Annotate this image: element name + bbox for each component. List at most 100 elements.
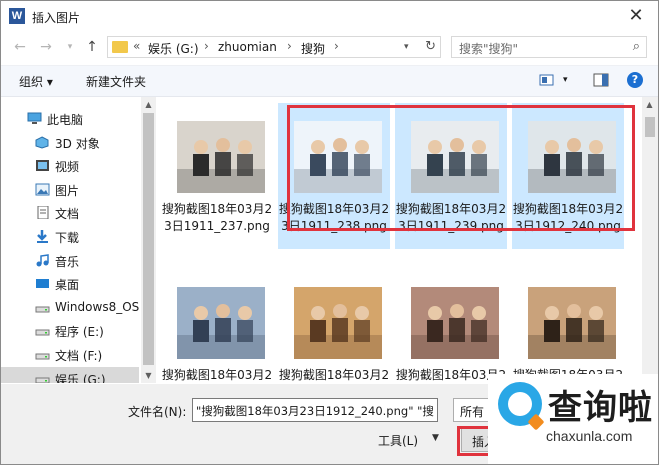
pictures-icon xyxy=(35,183,50,196)
sidebar-item-label: 3D 对象 xyxy=(55,136,100,151)
sidebar-item-label: 下载 xyxy=(55,231,80,245)
sidebar-item-label: Windows8_OS xyxy=(55,299,140,314)
search-box[interactable]: 搜索"搜狗" ⌕ xyxy=(451,36,647,58)
sidebar-item[interactable]: 程序 (E:) xyxy=(1,319,139,343)
selection-highlight-box xyxy=(287,105,635,231)
sidebar-item-label: 文档 (F:) xyxy=(55,349,103,363)
drive-icon xyxy=(35,372,50,383)
image-thumbnail xyxy=(528,287,616,359)
file-tile[interactable]: 搜狗截图18年03月23日1921_241.png xyxy=(161,269,273,383)
sidebar-item[interactable]: 此电脑 xyxy=(1,107,139,131)
close-icon[interactable]: ✕ xyxy=(624,5,648,27)
sidebar-item-label: 音乐 xyxy=(55,254,80,269)
breadcrumb-separator-icon[interactable]: › xyxy=(204,39,209,53)
insert-picture-dialog: W 插入图片 ✕ ← → ▾ ↑ « 娱乐 (G:) › zhuomian › … xyxy=(0,0,659,465)
video-icon xyxy=(35,159,50,172)
filename-label: 文件名(N): xyxy=(128,405,187,419)
sidebar-item-label: 文档 xyxy=(55,207,80,222)
sidebar-item-label: 图片 xyxy=(55,183,80,198)
file-name: 搜狗截图18年03月23日1922_242.png xyxy=(278,368,390,382)
sidebar-item-label: 此电脑 xyxy=(47,113,84,127)
file-tile[interactable]: 搜狗截图18年03月23日1922_244.png xyxy=(512,269,624,383)
watermark-logo-icon xyxy=(498,382,545,431)
filename-input[interactable]: "搜狗截图18年03月23日1912_240.png" "搜 xyxy=(192,398,438,422)
drive-icon xyxy=(35,324,50,337)
folder-icon xyxy=(112,41,128,53)
file-tile[interactable]: 搜狗截图18年03月23日1922_243.png xyxy=(395,269,507,383)
scrollbar-thumb[interactable] xyxy=(645,117,655,137)
search-placeholder: 搜索"搜狗" xyxy=(459,42,519,56)
file-name: 搜狗截图18年03月23日1911_237.png xyxy=(161,202,273,233)
sidebar-item[interactable]: 视频 xyxy=(1,154,139,178)
help-icon[interactable]: ? xyxy=(627,72,643,88)
breadcrumb-folder[interactable]: zhuomian xyxy=(218,40,277,54)
scroll-down-arrow-icon[interactable]: ▼ xyxy=(141,368,156,383)
back-arrow-icon[interactable]: ← xyxy=(11,38,29,56)
sidebar-item[interactable]: 下载 xyxy=(1,225,139,249)
breadcrumb-separator-icon[interactable]: › xyxy=(287,39,292,53)
sidebar-item-label: 视频 xyxy=(55,160,80,175)
download-icon xyxy=(35,230,50,243)
title-bar: W 插入图片 ✕ xyxy=(1,1,658,32)
scrollbar-thumb[interactable] xyxy=(143,113,154,365)
file-list: 搜狗截图18年03月23日1922_244.png搜狗截图18年03月23日19… xyxy=(157,97,641,383)
sidebar-item[interactable]: 文档 (F:) xyxy=(1,343,139,367)
dialog-title: 插入图片 xyxy=(32,11,81,25)
filename-value: "搜狗截图18年03月23日1912_240.png" "搜 xyxy=(196,404,434,418)
sidebar-item[interactable]: 娱乐 (G:) xyxy=(1,366,139,383)
sidebar-item[interactable]: 图片 xyxy=(1,178,139,202)
sidebar-item-label: 娱乐 (G:) xyxy=(55,372,106,383)
image-thumbnail xyxy=(411,287,499,359)
tools-dropdown-icon[interactable]: ▼ xyxy=(432,433,439,443)
sidebar-item[interactable]: 文档 xyxy=(1,201,139,225)
3d-objects-icon xyxy=(35,136,50,149)
music-icon xyxy=(35,253,50,267)
address-dropdown-icon[interactable]: ▾ xyxy=(404,42,409,52)
sidebar-item[interactable]: 音乐 xyxy=(1,249,139,273)
up-arrow-icon[interactable]: ↑ xyxy=(83,38,101,56)
drive-icon xyxy=(35,301,50,314)
refresh-icon[interactable]: ↻ xyxy=(425,39,436,54)
watermark-title: 查询啦 xyxy=(548,388,653,428)
address-bar[interactable]: « 娱乐 (G:) › zhuomian › 搜狗 › ▾ ↻ xyxy=(107,36,441,58)
sidebar-item-label: 桌面 xyxy=(55,278,80,293)
image-thumbnail xyxy=(177,287,265,359)
desktop-icon xyxy=(35,277,50,290)
file-tile[interactable]: 搜狗截图18年03月23日1922_242.png xyxy=(278,269,390,383)
file-list-scrollbar[interactable]: ▲ xyxy=(642,97,658,383)
documents-icon xyxy=(35,205,50,220)
file-name: 搜狗截图18年03月23日1921_241.png xyxy=(161,368,273,382)
image-thumbnail xyxy=(294,287,382,359)
view-options-icon[interactable] xyxy=(539,73,555,87)
organize-menu[interactable]: 组织 ▾ xyxy=(19,73,53,90)
navigation-scrollbar[interactable]: ▲ ▼ xyxy=(141,97,156,383)
new-folder-button[interactable]: 新建文件夹 xyxy=(86,73,146,90)
scroll-up-arrow-icon[interactable]: ▲ xyxy=(642,97,657,112)
navigation-bar: ← → ▾ ↑ « 娱乐 (G:) › zhuomian › 搜狗 › ▾ ↻ … xyxy=(1,33,658,61)
command-bar: 组织 ▾ 新建文件夹 ▾ ? xyxy=(1,65,658,97)
sidebar-item[interactable]: 桌面 xyxy=(1,272,139,296)
breadcrumb-overflow[interactable]: « xyxy=(133,39,140,53)
scroll-up-arrow-icon[interactable]: ▲ xyxy=(141,97,156,112)
breadcrumb-current[interactable]: 搜狗 xyxy=(301,40,325,57)
preview-pane-icon[interactable] xyxy=(593,73,609,87)
breadcrumb-drive[interactable]: 娱乐 (G:) xyxy=(148,40,199,57)
sidebar-item[interactable]: Windows8_OS xyxy=(1,296,139,320)
word-app-icon: W xyxy=(9,8,25,24)
watermark: 查询啦 chaxunla.com xyxy=(488,374,658,464)
search-icon[interactable]: ⌕ xyxy=(633,39,640,54)
watermark-url: chaxunla.com xyxy=(546,428,633,444)
sidebar-item[interactable]: 3D 对象 xyxy=(1,131,139,155)
file-type-value: 所有 xyxy=(460,405,485,419)
file-tile[interactable]: 搜狗截图18年03月23日1911_237.png xyxy=(161,103,273,249)
image-thumbnail xyxy=(177,121,265,193)
recent-chevron-down-icon[interactable]: ▾ xyxy=(61,38,79,56)
forward-arrow-icon[interactable]: → xyxy=(37,38,55,56)
breadcrumb-separator-icon[interactable]: › xyxy=(334,39,339,53)
computer-icon xyxy=(27,112,42,125)
drive-icon xyxy=(35,348,50,361)
sidebar-item-label: 程序 (E:) xyxy=(55,325,104,340)
navigation-pane: 此电脑 3D 对象视频图片文档下载音乐桌面 Windows8_OS 程序 (E:) 文档… xyxy=(1,97,156,383)
tools-menu[interactable]: 工具(L) xyxy=(378,432,418,449)
view-dropdown-icon[interactable]: ▾ xyxy=(563,75,568,85)
